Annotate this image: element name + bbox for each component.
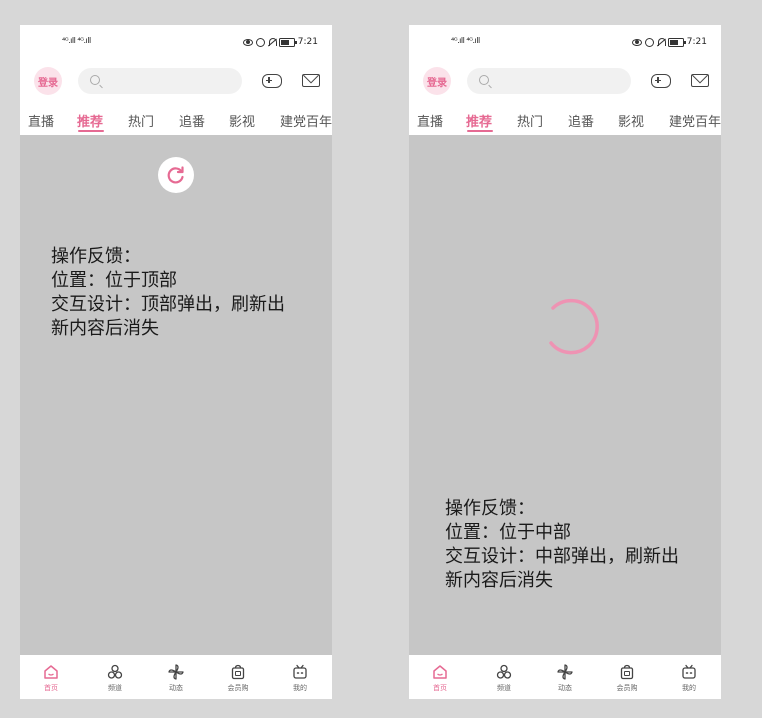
category-tabs: 直播 推荐 热门 追番 影视 建党百年: [409, 107, 721, 135]
pinwheel-icon: [557, 664, 573, 680]
tab-anime[interactable]: 追番: [179, 111, 205, 130]
bottom-navigation: 首页 频道 动态 会员购 我的: [409, 655, 721, 699]
nav-label: 会员购: [616, 684, 638, 692]
battery-icon: [667, 37, 686, 47]
feed-content-area: 操作反馈： 位置：位于顶部 交互设计：顶部弹出，刷新出新内容后消失: [20, 135, 332, 655]
alarm-icon: [255, 37, 265, 47]
tab-hot[interactable]: 热门: [128, 111, 154, 130]
tab-party-centenary[interactable]: 建党百年: [669, 111, 721, 130]
nav-item-vip-shop[interactable]: 会员购: [213, 662, 263, 693]
active-tab-indicator: [467, 130, 493, 132]
tab-party-centenary[interactable]: 建党百年: [280, 111, 332, 130]
nav-item-channel[interactable]: 频道: [479, 662, 529, 693]
feed-content-area: 操作反馈： 位置：位于中部 交互设计：中部弹出，刷新出新内容后消失: [409, 135, 721, 655]
nav-label: 频道: [497, 684, 511, 692]
refresh-icon: [167, 166, 184, 184]
search-input[interactable]: [467, 68, 631, 94]
nav-item-home[interactable]: 首页: [26, 662, 76, 693]
tv-icon: [682, 664, 696, 679]
nav-label: 动态: [169, 684, 183, 692]
nav-label: 首页: [433, 684, 447, 692]
tab-film[interactable]: 影视: [618, 111, 644, 130]
signal-indicator: ⁴ᴳ.ıll ⁴ᴳ.ıll: [451, 36, 480, 45]
nav-item-home[interactable]: 首页: [415, 662, 465, 693]
mute-icon: [268, 38, 277, 46]
status-time: 7:21: [686, 37, 707, 47]
shopping-bag-icon: [620, 664, 634, 680]
search-icon: [479, 75, 489, 85]
feedback-annotation: 操作反馈： 位置：位于顶部 交互设计：顶部弹出，刷新出新内容后消失: [51, 246, 285, 339]
eye-icon: [242, 38, 253, 46]
nav-label: 首页: [44, 684, 58, 692]
nav-item-mine[interactable]: 我的: [664, 662, 714, 693]
home-icon: [433, 665, 447, 679]
refresh-button[interactable]: [158, 157, 194, 193]
alarm-icon: [644, 37, 654, 47]
search-input[interactable]: [78, 68, 242, 94]
mail-icon[interactable]: [302, 74, 320, 87]
battery-icon: [278, 37, 297, 47]
tab-live[interactable]: 直播: [28, 111, 54, 130]
nav-item-dynamic[interactable]: 动态: [540, 662, 590, 693]
tab-anime[interactable]: 追番: [568, 111, 594, 130]
game-controller-icon[interactable]: [262, 74, 282, 88]
login-button[interactable]: 登录: [34, 67, 62, 95]
status-time: 7:21: [297, 37, 318, 47]
home-icon: [44, 665, 58, 679]
nav-item-mine[interactable]: 我的: [275, 662, 325, 693]
app-header: 登录: [409, 65, 721, 97]
tab-hot[interactable]: 热门: [517, 111, 543, 130]
loading-spinner-icon: [549, 298, 599, 355]
nav-item-channel[interactable]: 频道: [90, 662, 140, 693]
active-tab-indicator: [78, 130, 104, 132]
tab-recommend[interactable]: 推荐: [466, 111, 492, 130]
status-bar: ⁴ᴳ.ıll ⁴ᴳ.ıll 7:21: [409, 25, 721, 63]
nav-item-vip-shop[interactable]: 会员购: [602, 662, 652, 693]
eye-icon: [631, 38, 642, 46]
search-icon: [90, 75, 100, 85]
nav-label: 我的: [682, 684, 696, 692]
status-bar: ⁴ᴳ.ıll ⁴ᴳ.ıll 7:21: [20, 25, 332, 63]
nav-label: 我的: [293, 684, 307, 692]
game-controller-icon[interactable]: [651, 74, 671, 88]
app-header: 登录: [20, 65, 332, 97]
pinwheel-icon: [168, 664, 184, 680]
login-button[interactable]: 登录: [423, 67, 451, 95]
nav-item-dynamic[interactable]: 动态: [151, 662, 201, 693]
channel-icon: [107, 664, 123, 679]
mute-icon: [657, 38, 666, 46]
nav-label: 会员购: [227, 684, 249, 692]
nav-label: 动态: [558, 684, 572, 692]
nav-label: 频道: [108, 684, 122, 692]
shopping-bag-icon: [231, 664, 245, 680]
phone-mockup-middle-refresh: ⁴ᴳ.ıll ⁴ᴳ.ıll 7:21 登录 直播 推荐 热门 追番 影视 建党百…: [409, 25, 721, 699]
tab-live[interactable]: 直播: [417, 111, 443, 130]
category-tabs: 直播 推荐 热门 追番 影视 建党百年: [20, 107, 332, 135]
bottom-navigation: 首页 频道 动态 会员购 我的: [20, 655, 332, 699]
channel-icon: [496, 664, 512, 679]
mail-icon[interactable]: [691, 74, 709, 87]
signal-indicator: ⁴ᴳ.ıll ⁴ᴳ.ıll: [62, 36, 91, 45]
phone-mockup-top-refresh: ⁴ᴳ.ıll ⁴ᴳ.ıll 7:21 登录 直播 推荐 热门 追番 影视 建党百…: [20, 25, 332, 699]
feedback-annotation: 操作反馈： 位置：位于中部 交互设计：中部弹出，刷新出新内容后消失: [445, 498, 679, 591]
tab-film[interactable]: 影视: [229, 111, 255, 130]
tab-recommend[interactable]: 推荐: [77, 111, 103, 130]
tv-icon: [293, 664, 307, 679]
